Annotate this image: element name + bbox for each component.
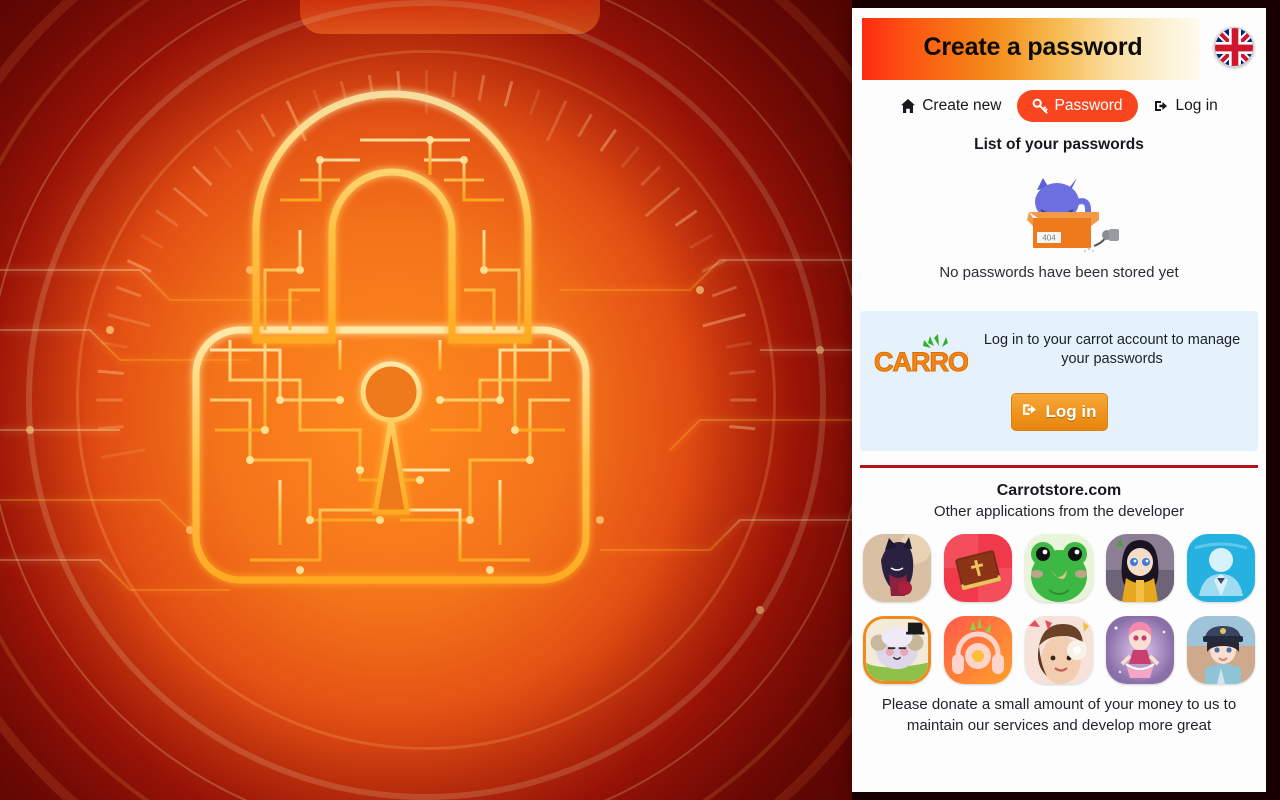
app-magical-girl[interactable]	[1106, 616, 1174, 684]
app-bible[interactable]	[944, 534, 1012, 602]
app-icons-row-1	[860, 534, 1258, 602]
app-anime-girl-yellow[interactable]	[1106, 534, 1174, 602]
carrot-logo: CARROT	[872, 333, 986, 378]
tab-create-new-label: Create new	[922, 97, 1002, 114]
store-subtitle: Other applications from the developer	[933, 503, 1185, 520]
carrot-log-in-button[interactable]: Log in	[1010, 393, 1108, 431]
carrot-login-promo: CARROT Log in to your carrot account to …	[860, 311, 1258, 451]
store-title: Carrotstore.com	[996, 482, 1122, 499]
sign-in-icon	[1154, 98, 1170, 114]
nav-tabs: Create new Password Log in	[852, 86, 1266, 136]
box-404-label: 404	[1042, 234, 1056, 243]
panel-header: Create a password	[852, 8, 1266, 86]
app-sheep-character[interactable]	[863, 616, 931, 684]
sign-in-icon	[1022, 401, 1039, 423]
background-tick	[730, 398, 757, 402]
tab-log-in[interactable]: Log in	[1144, 90, 1228, 122]
tab-password[interactable]: Password	[1017, 90, 1138, 122]
passwords-list-section: List of your passwords 404 No passwords …	[852, 136, 1266, 281]
app-contacts[interactable]	[1187, 534, 1255, 602]
app-anime-fox-girl[interactable]	[863, 534, 931, 602]
uk-flag-icon[interactable]	[1214, 27, 1254, 67]
store-footer: Carrotstore.com Other applications from …	[852, 468, 1266, 792]
empty-passwords-message: No passwords have been stored yet	[939, 264, 1179, 281]
passwords-list-title: List of your passwords	[974, 136, 1144, 153]
carrot-log-in-label: Log in	[1045, 402, 1097, 421]
carrot-logo-text: CARROT	[874, 347, 968, 377]
app-icons-row-2	[860, 616, 1258, 684]
cat-in-404-box-icon: 404	[999, 162, 1119, 258]
tab-password-label: Password	[1054, 97, 1123, 114]
background-tick	[425, 70, 428, 114]
app-frog-character[interactable]	[1025, 534, 1093, 602]
carrot-promo-message: Log in to your carrot account to manage …	[983, 332, 1241, 368]
tab-log-in-label: Log in	[1175, 97, 1218, 114]
page-title: Create a password	[923, 32, 1143, 61]
app-music-headphones[interactable]	[944, 616, 1012, 684]
home-icon	[900, 98, 916, 114]
app-photo-filter[interactable]	[1025, 616, 1093, 684]
key-icon	[1032, 98, 1049, 114]
background-vignette	[0, 0, 852, 800]
app-panel: Create a password Create new Password Lo…	[852, 8, 1266, 792]
tab-create-new[interactable]: Create new	[890, 90, 1011, 122]
donate-message: Please donate a small amount of your mon…	[881, 696, 1237, 735]
app-police-girl[interactable]	[1187, 616, 1255, 684]
background-tick	[96, 398, 123, 402]
background-artwork	[0, 0, 852, 800]
